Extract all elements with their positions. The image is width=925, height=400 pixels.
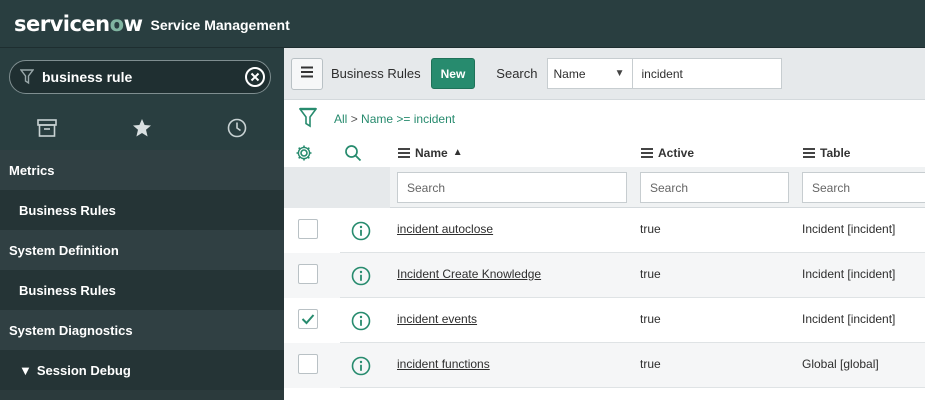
cell-table: Incident [incident] (802, 267, 896, 281)
column-menu-icon[interactable] (398, 146, 410, 160)
column-header-label: Active (658, 145, 695, 160)
info-icon[interactable] (351, 311, 371, 334)
top-header: servicenow Service Management (0, 0, 925, 48)
record-name-link[interactable]: incident events (397, 312, 477, 326)
new-button[interactable]: New (430, 58, 476, 89)
nav-item-label: Session Debug (36, 362, 131, 378)
cell-active: true (640, 312, 661, 326)
nav-section-system-definition[interactable]: System Definition (0, 230, 284, 270)
column-header-label: Name (415, 145, 448, 160)
info-icon[interactable] (351, 356, 371, 379)
filter-breadcrumb: All > Name >= incident (284, 100, 925, 138)
navigator-filter[interactable]: business rule (9, 60, 271, 94)
cell-active: true (640, 222, 661, 236)
record-name-link[interactable]: incident functions (397, 357, 490, 371)
search-icon[interactable] (344, 138, 362, 167)
table-row: incident events true Incident [incident] (284, 298, 925, 343)
filter-funnel-icon[interactable] (298, 107, 318, 132)
column-headers: Name ▲ Active Table (284, 138, 925, 167)
column-header-table[interactable]: Table (803, 138, 850, 167)
star-icon (132, 118, 152, 141)
sort-ascending-icon: ▲ (452, 147, 463, 158)
search-input[interactable]: incident (632, 58, 782, 89)
row-checkbox[interactable] (298, 219, 318, 239)
table-row: incident autoclose true Incident [incide… (284, 208, 925, 253)
list-table: incident autoclose true Incident [incide… (284, 208, 925, 388)
checkmark-icon (301, 314, 315, 325)
column-header-label: Table (820, 145, 851, 160)
name-search-input[interactable]: Search (397, 172, 627, 203)
nav-section-metrics[interactable]: Metrics (0, 150, 284, 190)
navigator-filter-input[interactable]: business rule (42, 69, 244, 85)
product-name: Service Management (150, 17, 290, 33)
hamburger-icon (300, 66, 314, 81)
dropdown-arrow-icon: ▼ (614, 68, 625, 79)
navigator-list: Metrics Business Rules System Definition… (0, 150, 284, 390)
nav-item-session-debug[interactable]: ▼ Session Debug (0, 350, 284, 390)
list-title: Business Rules (331, 66, 421, 81)
search-field-select[interactable]: Name ▼ (546, 58, 633, 89)
servicenow-logo[interactable]: servicenow (14, 12, 143, 36)
caret-down-icon: ▼ (19, 362, 32, 378)
gear-icon[interactable] (295, 138, 313, 167)
cell-table: Incident [incident] (802, 312, 896, 326)
breadcrumb-separator: > (350, 112, 358, 126)
nav-item-business-rules[interactable]: Business Rules (0, 190, 284, 230)
column-menu-icon[interactable] (641, 146, 653, 160)
history-clock-icon (227, 118, 247, 141)
application-navigator: business rule Metrics Business Rules Sys… (0, 48, 284, 400)
row-checkbox[interactable] (298, 354, 318, 374)
column-header-name[interactable]: Name ▲ (398, 138, 463, 167)
row-checkbox-checked[interactable] (298, 309, 318, 329)
list-header: Business Rules New Search Name ▼ inciden… (284, 48, 925, 100)
cell-table: Incident [incident] (802, 222, 896, 236)
nav-section-system-diagnostics[interactable]: System Diagnostics (0, 310, 284, 350)
table-row: incident functions true Global [global] (284, 343, 925, 388)
record-name-link[interactable]: Incident Create Knowledge (397, 267, 541, 281)
tab-favorites[interactable] (95, 108, 190, 150)
cell-table: Global [global] (802, 357, 879, 371)
column-menu-icon[interactable] (803, 146, 815, 160)
search-field-value: Name (553, 66, 586, 81)
search-label: Search (496, 66, 538, 81)
table-row: Incident Create Knowledge true Incident … (284, 253, 925, 298)
info-icon[interactable] (351, 221, 371, 244)
breadcrumb-condition[interactable]: Name >= incident (361, 112, 455, 126)
column-search-row: Search Search Search (284, 167, 925, 208)
info-icon[interactable] (351, 266, 371, 289)
cell-active: true (640, 357, 661, 371)
breadcrumb-all[interactable]: All (334, 112, 347, 126)
column-header-active[interactable]: Active (641, 138, 694, 167)
record-name-link[interactable]: incident autoclose (397, 222, 493, 236)
navigator-tabs (0, 108, 284, 150)
tab-all-applications[interactable] (0, 108, 95, 150)
funnel-icon (16, 69, 38, 85)
active-search-input[interactable]: Search (640, 172, 789, 203)
list-view: Business Rules New Search Name ▼ inciden… (284, 48, 925, 400)
nav-item-business-rules[interactable]: Business Rules (0, 270, 284, 310)
table-search-input[interactable]: Search (802, 172, 925, 203)
archive-icon (37, 118, 58, 140)
cell-active: true (640, 267, 661, 281)
row-checkbox[interactable] (298, 264, 318, 284)
tab-history[interactable] (189, 108, 284, 150)
list-context-menu-button[interactable] (291, 57, 323, 90)
clear-filter-icon[interactable] (244, 66, 266, 88)
